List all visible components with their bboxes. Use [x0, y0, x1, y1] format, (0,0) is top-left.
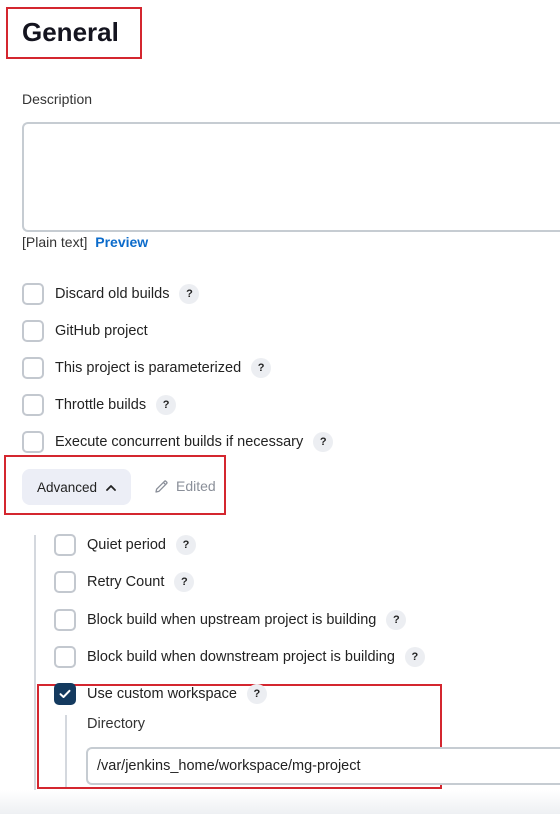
checkbox[interactable]	[54, 534, 76, 556]
option-custom-workspace[interactable]: Use custom workspace ?	[54, 682, 267, 706]
pencil-icon	[155, 479, 168, 493]
option-throttle-builds[interactable]: Throttle builds ?	[22, 393, 177, 417]
workspace-section-rail	[65, 715, 67, 787]
option-discard-old-builds[interactable]: Discard old builds ?	[22, 282, 200, 306]
chevron-up-icon	[106, 484, 116, 491]
option-retry-count[interactable]: Retry Count ?	[54, 570, 195, 594]
help-icon[interactable]: ?	[179, 284, 200, 304]
checkbox[interactable]	[54, 571, 76, 593]
help-icon[interactable]: ?	[251, 358, 272, 378]
help-icon[interactable]: ?	[386, 610, 407, 630]
help-icon[interactable]: ?	[246, 684, 267, 704]
option-label: Quiet period	[87, 537, 166, 553]
option-label: Execute concurrent builds if necessary	[55, 434, 304, 450]
option-label: Discard old builds	[55, 286, 170, 302]
option-block-upstream[interactable]: Block build when upstream project is bui…	[54, 608, 407, 632]
help-icon[interactable]: ?	[174, 572, 195, 592]
description-textarea[interactable]	[22, 122, 560, 232]
section-title: General	[22, 17, 119, 47]
checkmark-icon	[59, 689, 71, 698]
option-block-downstream[interactable]: Block build when downstream project is b…	[54, 645, 425, 669]
plain-text-label: [Plain text]	[22, 234, 88, 250]
option-concurrent-builds[interactable]: Execute concurrent builds if necessary ?	[22, 430, 334, 454]
help-icon[interactable]: ?	[313, 432, 334, 452]
checkbox[interactable]	[54, 609, 76, 631]
option-label: Use custom workspace	[87, 686, 237, 702]
option-label: GitHub project	[55, 323, 148, 339]
edited-indicator: Edited	[154, 478, 216, 494]
advanced-section-rail	[34, 535, 36, 814]
checkbox[interactable]	[54, 646, 76, 668]
help-icon[interactable]: ?	[156, 395, 177, 415]
bottom-bar	[0, 790, 560, 814]
checkbox[interactable]	[22, 283, 44, 305]
option-label: Block build when downstream project is b…	[87, 649, 395, 665]
option-label: Retry Count	[87, 574, 165, 590]
option-quiet-period[interactable]: Quiet period ?	[54, 533, 196, 557]
description-label: Description	[22, 91, 93, 107]
checkbox[interactable]	[22, 320, 44, 342]
description-format-row: [Plain text] Preview	[22, 234, 148, 250]
checkbox[interactable]	[22, 394, 44, 416]
preview-link[interactable]: Preview	[95, 234, 148, 250]
help-icon[interactable]: ?	[176, 535, 196, 555]
option-label: Block build when upstream project is bui…	[87, 612, 377, 628]
checkbox-checked[interactable]	[54, 683, 76, 705]
advanced-button-label: Advanced	[36, 479, 98, 495]
help-icon[interactable]: ?	[404, 647, 425, 667]
directory-input[interactable]	[86, 747, 560, 785]
directory-label: Directory	[87, 716, 146, 732]
option-github-project[interactable]: GitHub project	[22, 319, 148, 343]
checkbox[interactable]	[22, 357, 44, 379]
checkbox[interactable]	[22, 431, 44, 453]
option-label: This project is parameterized	[55, 360, 242, 376]
option-parameterized[interactable]: This project is parameterized ?	[22, 356, 272, 380]
edited-label: Edited	[176, 478, 216, 494]
advanced-toggle-button[interactable]: Advanced	[22, 469, 131, 505]
option-label: Throttle builds	[55, 397, 147, 413]
